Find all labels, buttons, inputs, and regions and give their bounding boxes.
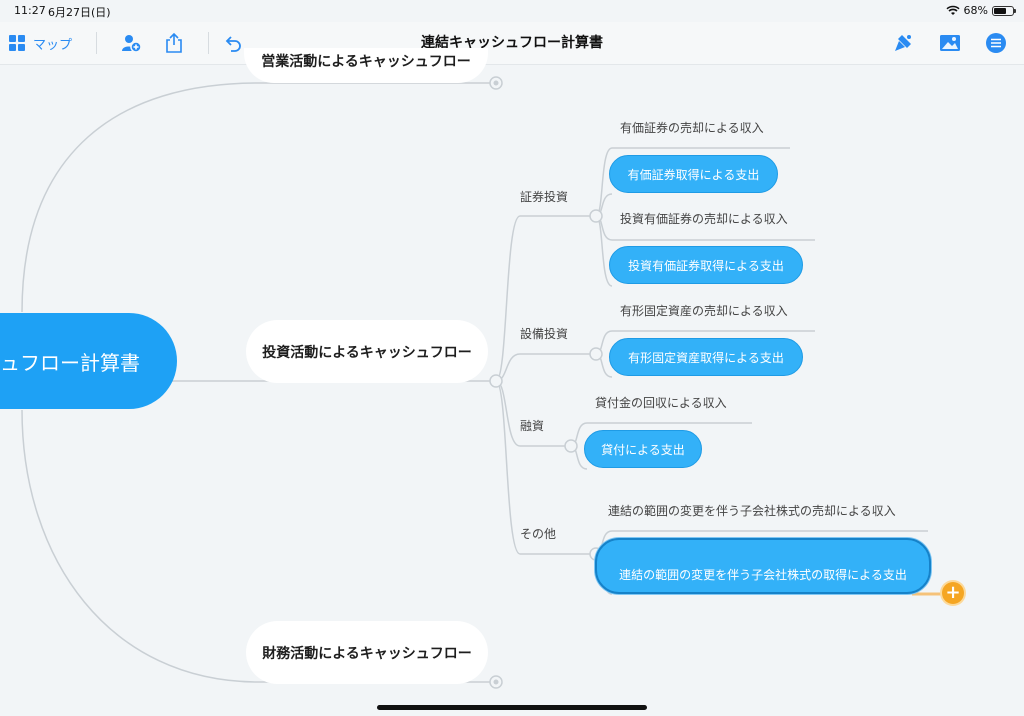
item-label: 有価証券の売却による収入 — [620, 120, 764, 135]
item-securities-acquisition-expense[interactable]: 有価証券取得による支出 — [609, 155, 778, 193]
share-icon — [166, 32, 182, 53]
item-label: 有形固定資産取得による支出 — [628, 350, 784, 365]
operating-activities-node[interactable]: 営業活動によるキャッシュフロー — [244, 48, 488, 83]
map-button[interactable]: マップ — [9, 22, 72, 64]
add-person-button[interactable] — [120, 22, 142, 64]
undo-button[interactable] — [223, 22, 243, 64]
group-loans-label: 融資 — [520, 418, 545, 433]
item-label: 貸付による支出 — [601, 442, 685, 457]
group-securities-label: 証券投資 — [520, 189, 569, 204]
home-indicator[interactable] — [377, 705, 647, 710]
divider — [208, 32, 209, 54]
status-date: 6月27日(日) — [48, 6, 111, 19]
group-other[interactable]: その他 — [520, 523, 578, 543]
divider — [96, 32, 97, 54]
investing-activities-label: 投資活動によるキャッシュフロー — [262, 344, 472, 361]
map-label: マップ — [33, 36, 73, 52]
add-person-icon — [122, 35, 142, 53]
add-node-button[interactable]: + — [942, 582, 964, 604]
image-button[interactable] — [939, 22, 961, 64]
item-label: 連結の範囲の変更を伴う子会社株式の売却による収入 — [608, 503, 896, 518]
toolbar: マップ 連結キャッシュフロー計算書 — [0, 22, 1024, 65]
battery-percent: 68% — [963, 4, 988, 17]
group-loans[interactable]: 融資 — [520, 415, 560, 435]
grid-icon — [9, 35, 25, 51]
group-other-label: その他 — [520, 526, 557, 541]
status-time: 11:27 — [14, 4, 46, 17]
item-subsidiary-shares-sale-income[interactable]: 連結の範囲の変更を伴う子会社株式の売却による収入 — [608, 500, 928, 520]
root-node[interactable]: ュフロー計算書 — [0, 313, 177, 409]
group-securities-investment[interactable]: 証券投資 — [520, 186, 578, 206]
operating-activities-label: 営業活動によるキャッシュフロー — [261, 54, 471, 70]
item-label: 有価証券取得による支出 — [627, 167, 760, 182]
item-fixed-assets-acquisition-expense[interactable]: 有形固定資産取得による支出 — [609, 338, 803, 376]
item-loan-collection-income[interactable]: 貸付金の回収による収入 — [595, 392, 752, 412]
outline-button[interactable] — [985, 22, 1007, 64]
item-label: 投資有価証券の売却による収入 — [620, 211, 788, 226]
financing-activities-node[interactable]: 財務活動によるキャッシュフロー — [246, 621, 488, 684]
outline-menu-icon — [986, 33, 1006, 53]
share-button[interactable] — [164, 22, 184, 64]
investing-activities-node[interactable]: 投資活動によるキャッシュフロー — [246, 320, 488, 383]
wifi-icon — [946, 5, 960, 15]
undo-icon — [225, 36, 241, 52]
item-fixed-assets-sale-income[interactable]: 有形固定資産の売却による収入 — [620, 300, 816, 320]
item-investment-securities-acquisition-expense[interactable]: 投資有価証券取得による支出 — [609, 246, 803, 284]
image-icon — [940, 35, 960, 51]
item-label: 投資有価証券取得による支出 — [628, 258, 784, 273]
item-label: 連結の範囲の変更を伴う子会社株式の取得による支出 — [619, 567, 907, 582]
status-bar: 11:27 6月27日(日) 68% — [0, 0, 1024, 22]
group-equipment-label: 設備投資 — [520, 326, 569, 341]
item-label: 有形固定資産の売却による収入 — [620, 303, 788, 318]
item-label: 貸付金の回収による収入 — [595, 395, 727, 410]
root-label: ュフロー計算書 — [0, 350, 140, 375]
financing-activities-label: 財務活動によるキャッシュフロー — [262, 645, 472, 662]
group-equipment-investment[interactable]: 設備投資 — [520, 323, 578, 343]
battery-icon — [992, 5, 1016, 16]
format-brush-icon — [895, 35, 911, 51]
format-button[interactable] — [892, 22, 914, 64]
item-securities-sale-income[interactable]: 有価証券の売却による収入 — [620, 117, 790, 137]
item-subsidiary-shares-acquisition-expense[interactable]: 連結の範囲の変更を伴う子会社株式の取得による支出 — [595, 538, 931, 594]
item-loan-expense[interactable]: 貸付による支出 — [584, 430, 702, 468]
item-investment-securities-sale-income[interactable]: 投資有価証券の売却による収入 — [620, 208, 816, 228]
status-right: 68% — [946, 4, 1016, 17]
